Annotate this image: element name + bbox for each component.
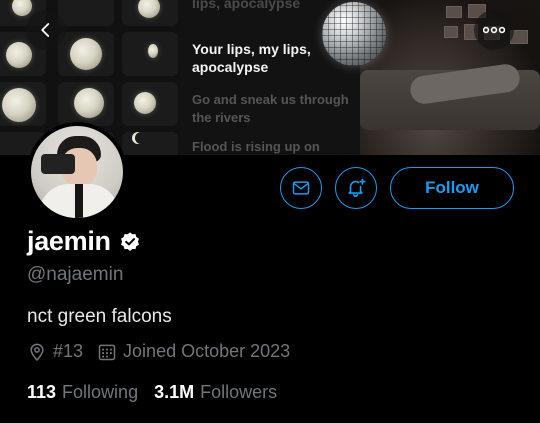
moon-tile xyxy=(0,82,46,126)
notifications-button[interactable] xyxy=(335,167,377,209)
moon-tile xyxy=(122,0,178,26)
location-text: #13 xyxy=(53,341,84,361)
moon-tile xyxy=(58,0,114,26)
display-name: jaemin xyxy=(27,226,111,256)
disco-ball-image xyxy=(322,2,386,66)
lyric-next: Go and sneak us through the rivers xyxy=(192,92,349,125)
back-button[interactable] xyxy=(26,10,66,50)
following-link[interactable]: 113 Following xyxy=(27,382,138,403)
follow-button[interactable]: Follow xyxy=(390,167,514,209)
bell-plus-icon xyxy=(348,178,366,198)
lyric-top: lips, apocalypse xyxy=(192,0,301,11)
following-count: 113 xyxy=(27,382,57,402)
moon-tile xyxy=(122,82,178,126)
profile-meta: #13 Joined October 2023 xyxy=(27,341,304,362)
profile-handle: @najaemin xyxy=(27,264,124,285)
followers-label: Followers xyxy=(200,382,278,402)
profile-name-row: jaemin xyxy=(27,226,141,257)
followers-link[interactable]: 3.1M Followers xyxy=(154,382,277,403)
profile-stats: 113 Following 3.1M Followers xyxy=(27,382,293,403)
following-label: Following xyxy=(62,382,139,402)
followers-count: 3.1M xyxy=(154,382,195,402)
more-horizontal-icon xyxy=(483,26,505,34)
moon-tile xyxy=(122,132,178,155)
joined-text: Joined October 2023 xyxy=(123,341,291,361)
more-options-button[interactable] xyxy=(474,10,514,50)
lyric-next-2: Flood is rising up on xyxy=(192,139,320,154)
verified-badge-icon[interactable] xyxy=(119,231,141,253)
message-button[interactable] xyxy=(280,167,322,209)
location-item: #13 xyxy=(27,341,83,362)
avatar[interactable] xyxy=(27,122,127,222)
location-pin-icon xyxy=(30,343,44,361)
moon-tile xyxy=(58,32,114,76)
calendar-icon xyxy=(98,344,116,360)
moon-tile xyxy=(122,32,178,76)
profile-bio: nct green falcons xyxy=(27,306,172,327)
joined-item: Joined October 2023 xyxy=(97,341,290,362)
moon-tile xyxy=(58,82,114,126)
mail-icon xyxy=(292,181,310,195)
chevron-left-icon xyxy=(41,23,50,37)
